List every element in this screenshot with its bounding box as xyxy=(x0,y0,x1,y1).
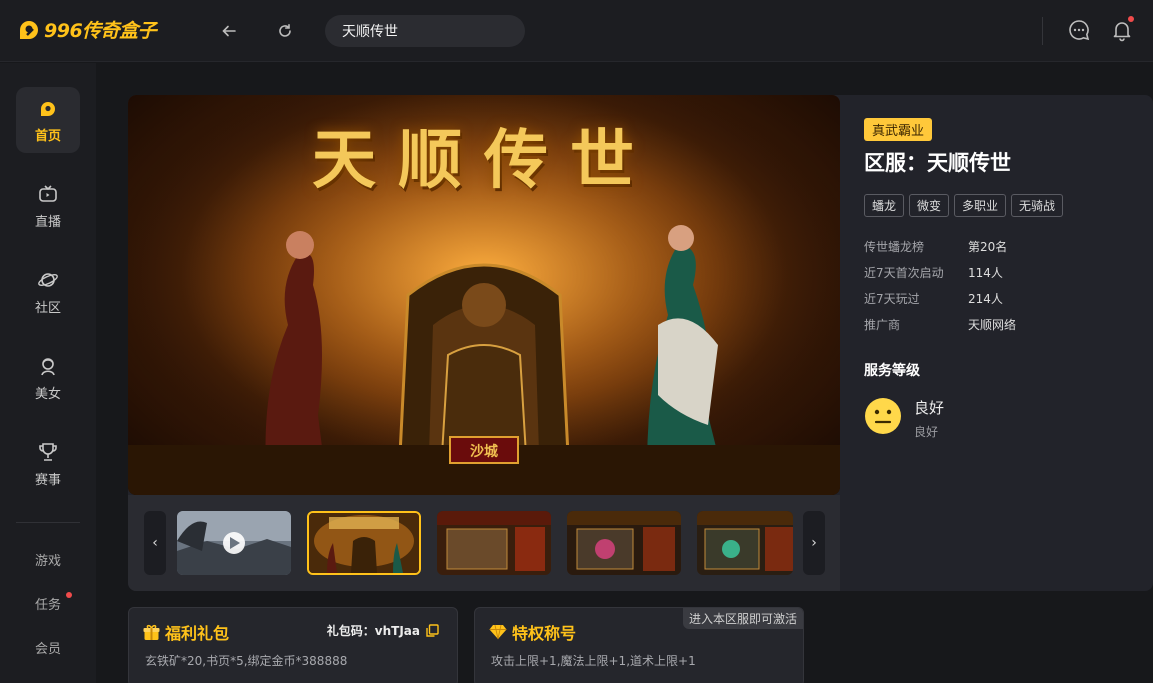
gift-pack-title-wrap: 福利礼包 xyxy=(143,620,229,644)
gift-pack-title: 福利礼包 xyxy=(165,624,230,643)
game-banner-image[interactable]: 天顺传世 沙城 xyxy=(128,95,840,495)
title-privilege-title-wrap: 特权称号 xyxy=(489,620,576,644)
server-name: 区服：天顺传世 xyxy=(864,151,1011,175)
stat-label: 近7天玩过 xyxy=(864,292,920,306)
thumbs-prev-button[interactable]: ‹ xyxy=(144,511,166,575)
server-tag: 多职业 xyxy=(954,194,1007,217)
sidebar-item-label: 社区 xyxy=(34,300,61,316)
tasks-badge-dot xyxy=(66,592,72,598)
girl-icon xyxy=(41,357,55,375)
message-button[interactable] xyxy=(1067,18,1091,42)
refresh-button[interactable] xyxy=(274,20,296,42)
thumbnail-video[interactable] xyxy=(177,511,291,575)
chevron-right-icon: › xyxy=(811,535,817,551)
sidebar-divider xyxy=(16,522,80,523)
sidebar-link-tasks[interactable]: 任务 xyxy=(0,594,96,613)
stat-value: 天顺网络 xyxy=(968,318,1017,332)
server-tag: 蟠龙 xyxy=(864,194,905,217)
service-level-heading: 服务等级 xyxy=(864,363,920,379)
home-icon xyxy=(41,101,55,116)
search-input[interactable] xyxy=(342,23,516,39)
sidebar-item-label: 直播 xyxy=(34,214,61,230)
service-level-value: 良好 xyxy=(914,399,945,417)
top-bar: 996传奇盒子 xyxy=(0,0,1153,62)
server-tag: 无骑战 xyxy=(1011,194,1064,217)
diamond-icon xyxy=(489,624,507,640)
gift-code-text: 礼包码：vhTJaa xyxy=(326,624,420,638)
sidebar-item-events[interactable]: 赛事 xyxy=(16,431,80,497)
title-privilege-card[interactable]: 进入本区服即可激活 特权称号 攻击上限+1,魔法上限+1,道术上限+1 xyxy=(474,607,804,683)
screenshot-thumb-art xyxy=(567,511,681,575)
sidebar-item-beauty[interactable]: 美女 xyxy=(16,345,80,411)
gift-icon xyxy=(143,624,160,640)
title-privilege-title: 特权称号 xyxy=(512,624,577,643)
app-logo[interactable]: 996传奇盒子 xyxy=(16,16,157,43)
notification-dot xyxy=(1128,16,1134,22)
logo-text: 996传奇盒子 xyxy=(44,20,157,42)
server-tag: 微变 xyxy=(909,194,950,217)
genre-badge: 真武霸业 xyxy=(864,118,933,141)
stat-label: 推广商 xyxy=(864,318,901,332)
thumbnail-banner[interactable] xyxy=(307,511,421,575)
banner-thumb-art xyxy=(309,513,419,573)
chevron-left-icon: ‹ xyxy=(152,535,158,551)
video-thumb-art xyxy=(177,511,291,575)
server-info-panel: 真武霸业 区服：天顺传世 蟠龙 微变 多职业 无骑战 传世蟠龙榜 第20名 近7… xyxy=(840,95,1153,591)
sidebar-link-games[interactable]: 游戏 xyxy=(0,550,96,569)
stat-value: 114人 xyxy=(968,266,1003,280)
neutral-face-icon xyxy=(865,398,901,434)
sidebar-item-label: 赛事 xyxy=(34,472,61,488)
activation-note: 进入本区服即可激活 xyxy=(682,608,803,629)
thumbs-next-button[interactable]: › xyxy=(803,511,825,575)
copy-icon[interactable] xyxy=(426,624,439,637)
stat-label: 传世蟠龙榜 xyxy=(864,240,925,254)
sidebar-item-community[interactable]: 社区 xyxy=(16,259,80,325)
sidebar-item-home[interactable]: 首页 xyxy=(16,87,80,153)
tv-icon xyxy=(39,184,57,202)
refresh-icon xyxy=(279,24,291,37)
server-tags: 蟠龙 微变 多职业 无骑战 xyxy=(864,194,1064,217)
stat-value: 214人 xyxy=(968,292,1003,306)
gift-pack-card[interactable]: 福利礼包 礼包码：vhTJaa 玄铁矿*20,书页*5,绑定金币*388888 xyxy=(128,607,458,683)
chat-bubble-icon xyxy=(1069,20,1090,41)
gift-code: 礼包码：vhTJaa xyxy=(327,622,439,639)
logo-mark-icon xyxy=(20,20,38,39)
top-divider xyxy=(1042,17,1043,45)
trophy-icon xyxy=(39,442,57,461)
banner-title-art: 天顺传世 xyxy=(312,123,656,198)
title-privilege-desc: 攻击上限+1,魔法上限+1,道术上限+1 xyxy=(491,654,696,668)
sidebar-item-live[interactable]: 直播 xyxy=(16,173,80,239)
arrow-left-icon xyxy=(222,25,236,37)
thumbnail-screenshot-2[interactable] xyxy=(567,511,681,575)
service-level-sub: 良好 xyxy=(914,425,939,439)
banner-sign: 沙城 xyxy=(470,444,498,460)
screenshot-thumb-art xyxy=(437,511,551,575)
sidebar-item-label: 首页 xyxy=(34,128,61,144)
media-thumbnail-strip: ‹ › xyxy=(128,495,840,591)
gift-pack-desc: 玄铁矿*20,书页*5,绑定金币*388888 xyxy=(145,654,348,668)
thumbnail-screenshot-1[interactable] xyxy=(437,511,551,575)
screenshot-thumb-art xyxy=(697,511,793,575)
search-box[interactable] xyxy=(325,15,525,47)
stat-value: 第20名 xyxy=(968,240,1008,254)
thumbnail-screenshot-3[interactable] xyxy=(697,511,793,575)
sidebar: 首页 直播 社区 美女 赛事 游戏 任务 会员 xyxy=(0,63,96,683)
sidebar-link-member[interactable]: 会员 xyxy=(0,638,96,657)
back-button[interactable] xyxy=(218,20,240,42)
stat-label: 近7天首次启动 xyxy=(864,266,944,280)
game-hero-panel: 天顺传世 沙城 ‹ › 真武霸业 区服：天顺传世 蟠龙 微变 多职业 无骑战 传… xyxy=(128,95,1153,591)
planet-icon xyxy=(38,272,58,287)
sidebar-item-label: 美女 xyxy=(34,386,61,402)
